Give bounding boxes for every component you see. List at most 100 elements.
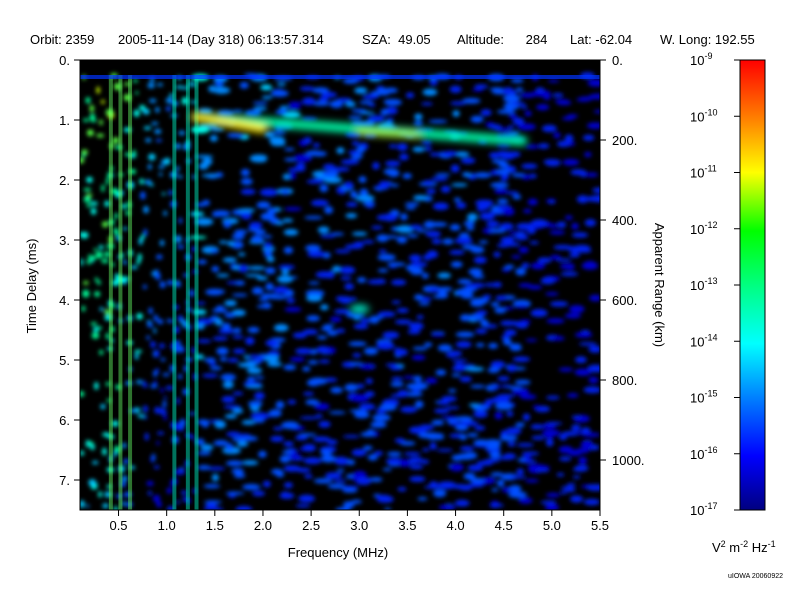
- noise-blob: [302, 366, 311, 372]
- noise-blob: [231, 408, 244, 414]
- noise-blob: [343, 181, 354, 190]
- noise-blob: [155, 106, 160, 113]
- noise-blob: [236, 441, 249, 447]
- noise-blob: [262, 234, 273, 239]
- noise-blob: [459, 446, 474, 451]
- noise-blob: [82, 289, 90, 298]
- noise-blob: [469, 282, 485, 289]
- noise-blob: [423, 179, 433, 185]
- noise-blob: [211, 265, 220, 273]
- noise-blob: [564, 486, 576, 493]
- noise-blob: [491, 488, 499, 492]
- noise-blob: [586, 484, 600, 491]
- noise-blob: [491, 159, 506, 164]
- noise-blob: [422, 254, 432, 261]
- noise-blob: [450, 164, 460, 173]
- noise-blob: [99, 307, 104, 312]
- noise-blob: [450, 261, 463, 268]
- noise-blob: [146, 319, 152, 324]
- noise-blob: [351, 449, 367, 457]
- noise-blob: [222, 257, 237, 263]
- noise-blob: [532, 405, 542, 409]
- noise-blob: [460, 157, 476, 164]
- noise-blob: [142, 108, 150, 115]
- noise-blob: [218, 240, 228, 244]
- noise-blob: [265, 282, 274, 291]
- noise-blob: [348, 341, 367, 347]
- noise-blob: [159, 281, 166, 289]
- noise-blob: [394, 348, 408, 356]
- noise-blob: [86, 203, 91, 208]
- noise-blob: [225, 491, 245, 495]
- noise-blob: [437, 272, 451, 279]
- noise-blob: [245, 337, 255, 345]
- colorbar-tick-label: 10-15: [690, 389, 717, 406]
- noise-blob: [382, 467, 392, 472]
- noise-blob: [364, 391, 375, 398]
- noise-blob: [122, 227, 128, 231]
- noise-blob: [346, 459, 356, 466]
- noise-blob: [593, 109, 600, 114]
- noise-blob: [283, 228, 299, 236]
- noise-blob: [548, 200, 556, 204]
- noise-blob: [402, 173, 412, 179]
- noise-blob: [216, 273, 230, 278]
- noise-blob: [587, 79, 600, 87]
- noise-blob: [320, 449, 332, 456]
- noise-blob: [488, 152, 501, 159]
- noise-blob: [508, 113, 518, 119]
- noise-blob: [351, 141, 360, 146]
- noise-blob: [209, 366, 222, 371]
- noise-blob: [362, 240, 375, 244]
- noise-blob: [453, 197, 461, 203]
- noise-blob: [210, 249, 219, 254]
- noise-blob: [175, 344, 184, 353]
- noise-blob: [113, 450, 118, 457]
- noise-blob: [197, 339, 212, 344]
- noise-blob: [168, 189, 173, 196]
- noise-blob: [344, 283, 355, 290]
- noise-blob: [414, 400, 424, 409]
- noise-blob: [470, 384, 486, 389]
- noise-blob: [161, 407, 165, 413]
- noise-blob: [248, 221, 263, 229]
- y-axis: 0. 1. 2. 3. 4. 5. 6. 7.: [59, 53, 80, 488]
- noise-blob: [509, 344, 522, 352]
- noise-blob: [180, 420, 185, 429]
- noise-blob: [574, 464, 589, 472]
- noise-blob: [216, 347, 229, 355]
- noise-blob: [336, 186, 344, 194]
- noise-blob: [404, 202, 420, 207]
- noise-blob: [500, 236, 515, 244]
- noise-blob: [133, 109, 140, 117]
- noise-blob: [86, 176, 93, 183]
- noise-blob: [358, 403, 376, 411]
- noise-blob: [135, 91, 139, 95]
- noise-blob: [209, 135, 218, 142]
- noise-blob: [471, 88, 484, 92]
- noise-blob: [151, 453, 156, 462]
- noise-blob: [312, 143, 320, 148]
- noise-blob: [556, 472, 565, 477]
- x-tick-label: 3.0: [350, 518, 368, 533]
- noise-blob: [518, 92, 536, 98]
- noise-blob: [515, 422, 525, 428]
- noise-blob: [408, 322, 424, 331]
- noise-blob: [530, 262, 546, 270]
- noise-blob: [263, 249, 273, 258]
- noise-blob: [512, 356, 531, 362]
- noise-blob: [310, 199, 329, 207]
- noise-blob: [514, 304, 529, 309]
- noise-blob: [442, 238, 454, 245]
- x-tick-label: 3.5: [398, 518, 416, 533]
- y-tick-label: 3.: [59, 233, 70, 248]
- noise-blob: [267, 361, 283, 367]
- noise-blob: [583, 386, 600, 394]
- noise-blob: [397, 486, 407, 492]
- noise-blob: [564, 134, 574, 142]
- noise-blob: [247, 326, 260, 333]
- noise-blob: [493, 188, 508, 194]
- noise-blob: [197, 419, 210, 425]
- noise-blob: [148, 98, 157, 103]
- noise-blob: [90, 119, 97, 123]
